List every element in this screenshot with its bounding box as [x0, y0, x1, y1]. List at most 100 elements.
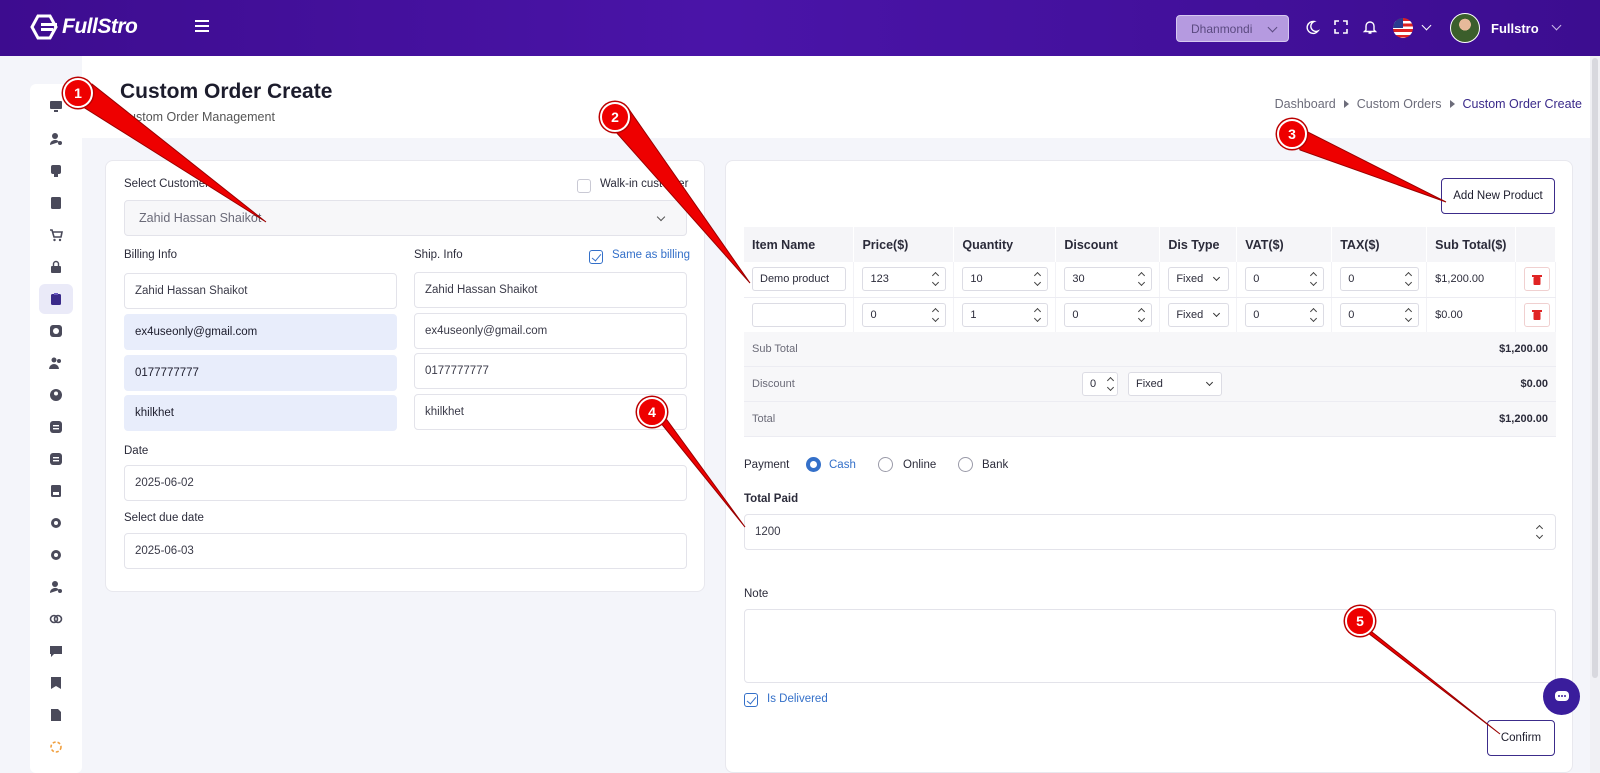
customer-select[interactable]: Zahid Hassan Shaikot [124, 200, 687, 236]
stepper-icon[interactable] [933, 308, 939, 322]
billing-address-field[interactable]: khilkhet [124, 395, 397, 431]
moon-icon[interactable] [1304, 19, 1320, 35]
payment-bank-radio[interactable] [958, 457, 973, 472]
sidebar-item-custom-orders[interactable] [39, 284, 73, 314]
same-as-billing-checkbox[interactable] [589, 250, 603, 264]
sidebar-item-orders[interactable] [46, 193, 66, 213]
billing-email-field[interactable]: ex4useonly@gmail.com [124, 314, 397, 350]
breadcrumb-dashboard[interactable]: Dashboard [1275, 97, 1336, 111]
stepper-icon[interactable] [1139, 308, 1145, 322]
page-subtitle: Custom Order Management [120, 110, 275, 124]
date-input[interactable]: 2025-06-02 [124, 465, 687, 501]
item-name-input[interactable] [752, 302, 846, 327]
chevron-down-icon[interactable] [1421, 20, 1432, 31]
sidebar-item-invoices[interactable] [46, 481, 66, 501]
sidebar-item-dashboard[interactable] [46, 96, 66, 116]
payment-bank-label: Bank [982, 459, 1009, 471]
sidebar-item-staff[interactable] [46, 577, 66, 597]
dis-type-select[interactable]: Fixed [1168, 302, 1230, 327]
shipping-email-field[interactable]: ex4useonly@gmail.com [414, 313, 687, 349]
stepper-icon[interactable] [933, 272, 939, 286]
delete-row-button[interactable] [1523, 267, 1550, 292]
brand-logo[interactable]: FullStro [30, 14, 138, 40]
add-new-product-button[interactable]: Add New Product [1441, 178, 1555, 214]
tax-input[interactable]: 0 [1340, 267, 1420, 292]
sidebar-item-pos[interactable] [46, 161, 66, 181]
subtotal-cell: $0.00 [1426, 297, 1516, 333]
column-header: Quantity [953, 227, 1057, 262]
price-input[interactable]: 0 [862, 302, 947, 327]
sidebar-item-customers[interactable] [46, 353, 66, 373]
menu-toggle-icon[interactable] [195, 20, 211, 34]
quantity-input[interactable]: 10 [962, 267, 1049, 292]
delete-row-button[interactable] [1523, 302, 1550, 327]
sidebar-item-store[interactable] [46, 257, 66, 277]
table-row: 0 1 0 Fixed 0 0 $0.00 [744, 297, 1557, 333]
due-date-label: Select due date [124, 512, 204, 524]
order-discount-type-select[interactable]: Fixed [1128, 372, 1222, 396]
callout-5: 5 [1345, 606, 1375, 636]
bell-icon[interactable] [1362, 19, 1378, 35]
shipping-name-field[interactable]: Zahid Hassan Shaikot [414, 272, 687, 308]
stepper-icon[interactable] [1537, 525, 1543, 539]
quantity-input[interactable]: 1 [962, 302, 1049, 327]
link-icon [49, 614, 63, 624]
payment-cash-radio[interactable] [806, 457, 821, 472]
breadcrumb-custom-orders[interactable]: Custom Orders [1357, 97, 1442, 111]
vat-input[interactable]: 0 [1245, 302, 1325, 327]
dis-type-select[interactable]: Fixed [1168, 267, 1230, 292]
price-input[interactable]: 123 [862, 267, 947, 292]
sidebar-item-refresh[interactable] [46, 321, 66, 341]
tax-value: 0 [1348, 308, 1355, 321]
chat-button[interactable] [1543, 678, 1580, 715]
scrollbar-thumb[interactable] [1592, 58, 1598, 678]
sidebar-item-profile[interactable] [46, 385, 66, 405]
stepper-icon[interactable] [1406, 272, 1412, 286]
user-name[interactable]: Fullstro [1491, 21, 1539, 36]
stepper-icon[interactable] [1035, 308, 1041, 322]
sidebar-item-config[interactable] [46, 545, 66, 565]
stepper-icon[interactable] [1406, 308, 1412, 322]
note-icon [51, 709, 61, 721]
tax-input[interactable]: 0 [1340, 302, 1420, 327]
discount-input[interactable]: 0 [1064, 302, 1153, 327]
stepper-icon[interactable] [1311, 272, 1317, 286]
same-as-billing-label: Same as billing [612, 249, 690, 261]
stepper-icon[interactable] [1311, 308, 1317, 322]
action-header [1515, 227, 1557, 262]
billing-name-field[interactable]: Zahid Hassan Shaikot [124, 273, 397, 309]
item-name-input[interactable]: Demo product [752, 267, 846, 292]
us-flag-icon[interactable] [1393, 18, 1413, 38]
branch-select[interactable]: Dhanmondi [1176, 15, 1289, 42]
sidebar-item-notes[interactable] [46, 705, 66, 725]
avatar[interactable] [1450, 13, 1480, 43]
vat-input[interactable]: 0 [1245, 267, 1325, 292]
sidebar-item-bookmarks[interactable] [46, 673, 66, 693]
stepper-icon[interactable] [1139, 272, 1145, 286]
due-date-input[interactable]: 2025-06-03 [124, 533, 687, 569]
chevron-down-icon[interactable] [1551, 20, 1562, 31]
sidebar-item-settings[interactable] [46, 513, 66, 533]
sidebar-item-reports[interactable] [46, 417, 66, 437]
sidebar-item-expenses[interactable] [46, 449, 66, 469]
total-paid-input[interactable]: 1200 [744, 514, 1556, 550]
order-discount-input[interactable]: 0 [1082, 372, 1118, 396]
sidebar-item-more[interactable] [46, 737, 66, 757]
column-header: Discount [1055, 227, 1161, 262]
note-textarea[interactable] [744, 609, 1556, 683]
fullscreen-icon[interactable] [1333, 19, 1349, 35]
discount-input[interactable]: 30 [1064, 267, 1153, 292]
sidebar-item-cart[interactable] [46, 225, 66, 245]
sidebar-item-users[interactable] [46, 129, 66, 149]
clipboard-icon [51, 293, 61, 305]
is-delivered-checkbox[interactable] [744, 693, 758, 707]
confirm-button[interactable]: Confirm [1487, 720, 1555, 756]
sidebar-item-messages[interactable] [46, 641, 66, 661]
shipping-phone-field[interactable]: 0177777777 [414, 353, 687, 389]
sidebar-item-integrations[interactable] [46, 609, 66, 629]
billing-phone-field[interactable]: 0177777777 [124, 355, 397, 391]
payment-online-radio[interactable] [878, 457, 893, 472]
stepper-icon[interactable] [1108, 377, 1114, 391]
stepper-icon[interactable] [1035, 272, 1041, 286]
walkin-checkbox[interactable] [577, 179, 591, 193]
